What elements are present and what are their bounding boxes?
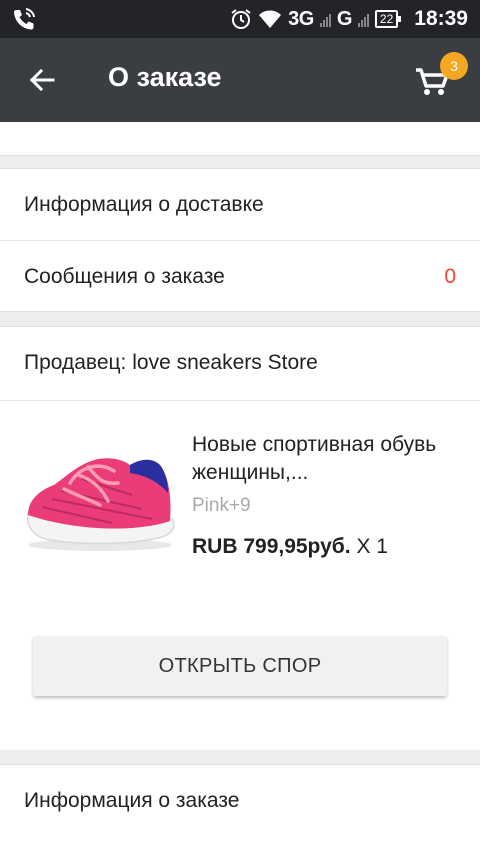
seller-card: Продавец: love sneakers Store bbox=[0, 326, 480, 400]
order-info-row[interactable]: Информация о заказе bbox=[0, 765, 480, 837]
phone-call-icon bbox=[14, 8, 35, 30]
wifi-icon bbox=[259, 10, 282, 28]
network-g-label: G bbox=[336, 7, 353, 30]
order-details-card: Информация о доставке Сообщения о заказе… bbox=[0, 168, 480, 312]
signal-bars-icon bbox=[319, 11, 331, 27]
network-3g-label: 3G bbox=[288, 7, 314, 30]
order-messages-count: 0 bbox=[444, 265, 456, 288]
product-variant: Pink+9 bbox=[192, 495, 251, 516]
product-price-line: RUB 799,95руб. X 1 bbox=[192, 535, 388, 559]
signal-bars-icon bbox=[357, 11, 369, 27]
delivery-info-label: Информация о доставке bbox=[24, 192, 264, 216]
cart-count-badge: 3 bbox=[440, 52, 468, 80]
alarm-icon bbox=[231, 9, 251, 29]
order-info-card: Информация о заказе bbox=[0, 764, 480, 854]
page-title: О заказе bbox=[108, 62, 222, 92]
open-dispute-button[interactable]: ОТКРЫТЬ СПОР bbox=[33, 636, 447, 696]
status-bar: 3G G 22 18:39 bbox=[0, 0, 480, 38]
product-quantity: X 1 bbox=[356, 535, 388, 558]
product-image[interactable] bbox=[22, 445, 178, 555]
clock: 18:39 bbox=[414, 7, 468, 30]
order-messages-label: Сообщения о заказе bbox=[24, 265, 225, 288]
top-strip bbox=[0, 122, 480, 156]
product-item: Новые спортивная обувь женщины,... Pink+… bbox=[0, 400, 480, 750]
app-bar: О заказе bbox=[0, 38, 480, 122]
seller-label: Продавец: love sneakers Store bbox=[24, 351, 318, 374]
order-info-label: Информация о заказе bbox=[24, 789, 240, 812]
seller-row[interactable]: Продавец: love sneakers Store bbox=[0, 327, 480, 399]
battery-icon: 22 bbox=[374, 10, 402, 28]
order-messages-row[interactable]: Сообщения о заказе 0 bbox=[0, 241, 480, 313]
back-button[interactable] bbox=[20, 58, 64, 102]
arrow-left-icon bbox=[29, 68, 55, 92]
product-title[interactable]: Новые спортивная обувь женщины,... bbox=[192, 431, 462, 487]
delivery-info-row[interactable]: Информация о доставке bbox=[0, 169, 480, 241]
product-price: RUB 799,95руб. bbox=[192, 535, 351, 558]
